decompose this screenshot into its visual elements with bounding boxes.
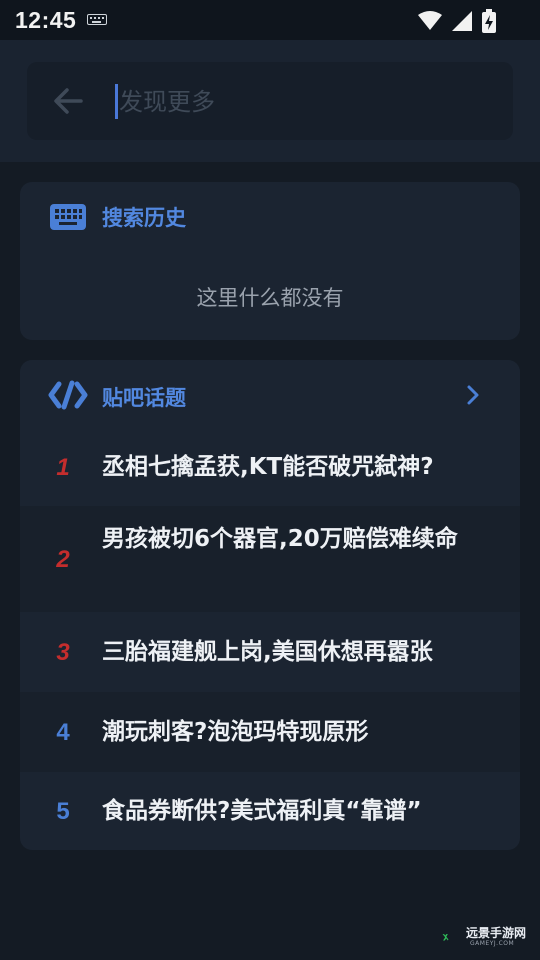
watermark-logo-icon [442, 934, 449, 941]
search-box[interactable] [27, 62, 513, 140]
keyboard-icon [50, 204, 86, 230]
topic-rank: 4 [56, 719, 70, 746]
search-history-title: 搜索历史 [102, 206, 186, 230]
search-history-card: 搜索历史 这里什么都没有 [20, 182, 520, 340]
wifi-icon [418, 11, 442, 30]
tieba-topics-card: 贴吧话题 1 丞相七擒孟获,KT能否破咒弑神? 2 男孩被切6个器官,20万赔偿… [20, 360, 520, 850]
topic-rank: 1 [56, 454, 70, 481]
topic-text: 男孩被切6个器官,20万赔偿难续命 [102, 526, 458, 552]
topic-text: 食品券断供?美式福利真“靠谱” [102, 798, 422, 824]
topic-rank: 2 [56, 546, 70, 573]
status-time: 12:45 [15, 7, 77, 33]
code-brackets-icon [48, 380, 88, 410]
topic-item-4[interactable]: 4 潮玩刺客?泡泡玛特现原形 [20, 692, 520, 772]
battery-charging-icon [482, 9, 496, 33]
back-arrow-icon[interactable] [51, 84, 85, 118]
watermark-url: GAMEYJ.COM [470, 940, 515, 947]
text-cursor [115, 84, 118, 119]
topic-item-2[interactable]: 2 男孩被切6个器官,20万赔偿难续命 [20, 506, 520, 612]
topic-rank: 3 [56, 639, 70, 666]
topic-item-1[interactable]: 1 丞相七擒孟获,KT能否破咒弑神? [20, 430, 520, 506]
topic-text: 潮玩刺客?泡泡玛特现原形 [102, 719, 369, 745]
watermark-name: 远景手游网 [466, 926, 527, 940]
chevron-right-icon[interactable] [462, 384, 484, 406]
search-header [0, 40, 540, 162]
topics-title: 贴吧话题 [102, 386, 186, 410]
keyboard-notification-icon [87, 14, 107, 25]
topic-rank: 5 [56, 798, 70, 825]
topic-item-5[interactable]: 5 食品券断供?美式福利真“靠谱” [20, 772, 520, 850]
topics-header[interactable]: 贴吧话题 [20, 360, 520, 430]
topic-text: 丞相七擒孟获,KT能否破咒弑神? [102, 454, 434, 480]
topic-item-3[interactable]: 3 三胎福建舰上岗,美国休想再嚣张 [20, 612, 520, 692]
empty-history-text: 这里什么都没有 [196, 286, 344, 310]
search-input[interactable] [119, 82, 479, 122]
topic-text: 三胎福建舰上岗,美国休想再嚣张 [102, 639, 433, 665]
status-bar: 12:45 [0, 0, 540, 40]
signal-icon [452, 11, 472, 31]
